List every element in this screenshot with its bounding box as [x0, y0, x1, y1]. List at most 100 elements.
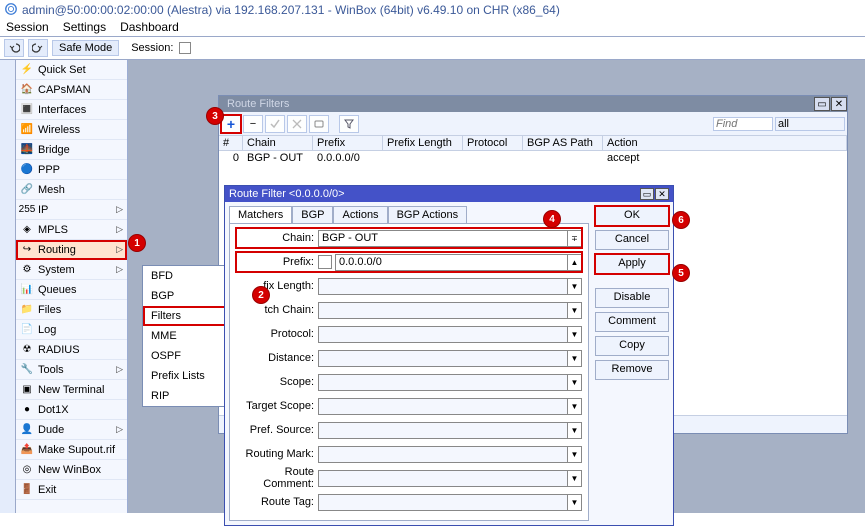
- sidebar-item-label: MPLS: [38, 224, 68, 236]
- sidebar-item-label: Bridge: [38, 144, 70, 156]
- scope-select[interactable]: all: [775, 117, 845, 131]
- col-aspath[interactable]: BGP AS Path: [523, 136, 603, 150]
- expand-icon[interactable]: ▼: [568, 398, 582, 415]
- sidebar-item-quick-set[interactable]: ⚡Quick Set: [16, 60, 127, 80]
- prefix-field[interactable]: 0.0.0.0/0: [335, 254, 568, 271]
- disable-button[interactable]: Disable: [595, 288, 669, 308]
- menu-icon: 🔗: [20, 183, 34, 197]
- expand-icon[interactable]: ▼: [568, 470, 582, 487]
- callout-3: 3: [206, 107, 224, 125]
- remove-button[interactable]: Remove: [595, 360, 669, 380]
- menu-icon: 🚪: [20, 483, 34, 497]
- minimize-icon[interactable]: ▭: [814, 97, 830, 111]
- sidebar-item-dude[interactable]: 👤Dude▷: [16, 420, 127, 440]
- sidebar-item-label: CAPsMAN: [38, 84, 91, 96]
- redo-button[interactable]: [28, 39, 48, 57]
- expand-icon[interactable]: ▼: [568, 422, 582, 439]
- disable-button[interactable]: [287, 115, 307, 133]
- psrc-field[interactable]: [318, 422, 568, 439]
- col-plen[interactable]: Prefix Length: [383, 136, 463, 150]
- proto-field[interactable]: [318, 326, 568, 343]
- enable-button[interactable]: [265, 115, 285, 133]
- sidebar-item-make-supout.rif[interactable]: 📤Make Supout.rif: [16, 440, 127, 460]
- menu-dashboard[interactable]: Dashboard: [120, 20, 179, 36]
- cancel-button[interactable]: Cancel: [595, 230, 669, 250]
- sidebar-item-label: Interfaces: [38, 104, 86, 116]
- tab-bgp[interactable]: BGP: [292, 206, 333, 223]
- prefix-up-arrow-icon[interactable]: ▲: [568, 254, 582, 271]
- rcomm-field[interactable]: [318, 470, 568, 487]
- expand-icon[interactable]: ▼: [568, 278, 582, 295]
- sidebar-item-ip[interactable]: 255IP▷: [16, 200, 127, 220]
- minimize-icon[interactable]: ▭: [640, 188, 654, 200]
- window-title: admin@50:00:00:02:00:00 (Alestra) via 19…: [22, 3, 560, 17]
- close-icon[interactable]: ✕: [831, 97, 847, 111]
- sidebar-item-radius[interactable]: ☢RADIUS: [16, 340, 127, 360]
- sidebar-item-bridge[interactable]: 🌉Bridge: [16, 140, 127, 160]
- close-icon[interactable]: ✕: [655, 188, 669, 200]
- rtag-field[interactable]: [318, 494, 568, 511]
- col-chain[interactable]: Chain: [243, 136, 313, 150]
- sidebar-item-ppp[interactable]: 🔵PPP: [16, 160, 127, 180]
- prefix-invert-checkbox[interactable]: [318, 255, 332, 269]
- rmark-field[interactable]: [318, 446, 568, 463]
- sidebar-item-queues[interactable]: 📊Queues: [16, 280, 127, 300]
- comment-button[interactable]: Comment: [595, 312, 669, 332]
- sidebar-item-system[interactable]: ⚙System▷: [16, 260, 127, 280]
- col-prefix[interactable]: Prefix: [313, 136, 383, 150]
- col-proto[interactable]: Protocol: [463, 136, 523, 150]
- tab-matchers[interactable]: Matchers: [229, 206, 292, 223]
- apply-button[interactable]: Apply: [595, 254, 669, 274]
- expand-icon[interactable]: ▼: [568, 302, 582, 319]
- sidebar-item-exit[interactable]: 🚪 Exit: [16, 480, 127, 500]
- plen-field[interactable]: [318, 278, 568, 295]
- expand-icon[interactable]: ▼: [568, 326, 582, 343]
- sidebar-item-files[interactable]: 📁Files: [16, 300, 127, 320]
- sidebar-item-tools[interactable]: 🔧Tools▷: [16, 360, 127, 380]
- expand-icon[interactable]: ▼: [568, 494, 582, 511]
- col-idx[interactable]: #: [219, 136, 243, 150]
- sidebar-item-interfaces[interactable]: 🔳Interfaces: [16, 100, 127, 120]
- sidebar-item-wireless[interactable]: 📶Wireless: [16, 120, 127, 140]
- menu-session[interactable]: Session: [6, 20, 49, 36]
- sidebar-item-label: Queues: [38, 284, 77, 296]
- chain-dropdown-icon[interactable]: ∓: [568, 230, 582, 247]
- add-button[interactable]: +: [221, 115, 241, 133]
- scope-field[interactable]: [318, 374, 568, 391]
- safe-mode-toggle[interactable]: Safe Mode: [52, 40, 119, 56]
- expand-icon[interactable]: ▼: [568, 446, 582, 463]
- sidebar-item-new-terminal[interactable]: ▣New Terminal: [16, 380, 127, 400]
- sidebar-item-dot1x[interactable]: ●Dot1X: [16, 400, 127, 420]
- table-row[interactable]: 0 BGP - OUT 0.0.0.0/0 accept: [219, 151, 847, 165]
- tab-bgp-actions[interactable]: BGP Actions: [388, 206, 468, 223]
- rf-titlebar[interactable]: Route Filters ▭ ✕: [219, 96, 847, 112]
- filter-button[interactable]: [339, 115, 359, 133]
- remove-button[interactable]: −: [243, 115, 263, 133]
- sidebar-item-new-winbox[interactable]: ◎New WinBox: [16, 460, 127, 480]
- left-rail: [0, 60, 16, 513]
- chevron-right-icon: ▷: [116, 424, 123, 435]
- menu-settings[interactable]: Settings: [63, 20, 106, 36]
- mchain-field[interactable]: [318, 302, 568, 319]
- sidebar-item-label: Exit: [38, 484, 56, 496]
- app-icon: [4, 2, 18, 19]
- sidebar-item-routing[interactable]: ↪Routing▷: [16, 240, 127, 260]
- chain-field[interactable]: BGP - OUT: [318, 230, 568, 247]
- sidebar-item-log[interactable]: 📄Log: [16, 320, 127, 340]
- sidebar-item-mpls[interactable]: ◈MPLS▷: [16, 220, 127, 240]
- sidebar-item-label: Dot1X: [38, 404, 69, 416]
- tab-actions[interactable]: Actions: [333, 206, 387, 223]
- expand-icon[interactable]: ▼: [568, 374, 582, 391]
- sidebar-item-capsman[interactable]: 🏠CAPsMAN: [16, 80, 127, 100]
- tscope-field[interactable]: [318, 398, 568, 415]
- find-input[interactable]: [713, 117, 773, 131]
- ok-button[interactable]: OK: [595, 206, 669, 226]
- copy-button[interactable]: Copy: [595, 336, 669, 356]
- expand-icon[interactable]: ▼: [568, 350, 582, 367]
- col-action[interactable]: Action: [603, 136, 847, 150]
- undo-button[interactable]: [4, 39, 24, 57]
- dist-field[interactable]: [318, 350, 568, 367]
- sidebar-item-mesh[interactable]: 🔗Mesh: [16, 180, 127, 200]
- comment-button[interactable]: [309, 115, 329, 133]
- rfd-titlebar[interactable]: Route Filter <0.0.0.0/0> ▭ ✕: [225, 186, 673, 202]
